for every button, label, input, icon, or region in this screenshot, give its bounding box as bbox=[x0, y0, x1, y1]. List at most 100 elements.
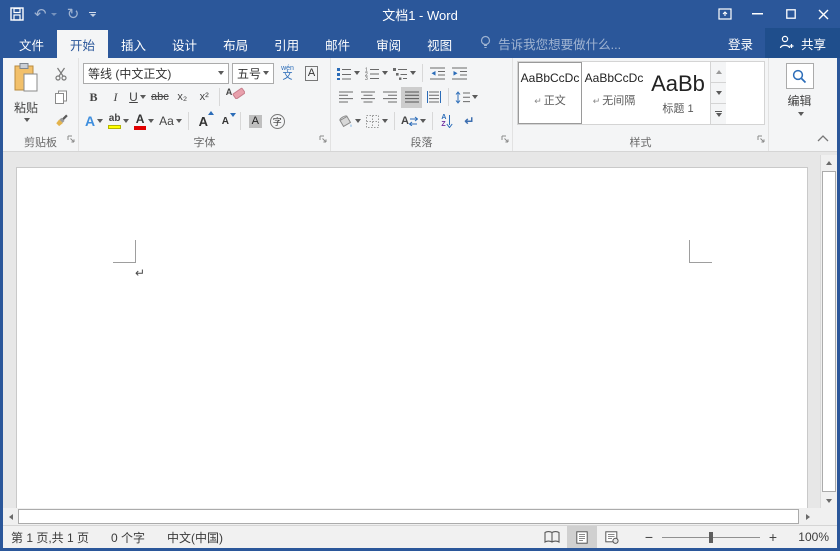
tab-layout[interactable]: 布局 bbox=[210, 30, 261, 58]
enclose-characters-button[interactable]: 字 bbox=[267, 111, 288, 132]
tab-review[interactable]: 审阅 bbox=[363, 30, 414, 58]
undo-icon[interactable]: ↶ bbox=[34, 7, 57, 22]
print-layout-button[interactable] bbox=[567, 526, 597, 548]
paste-dropdown-icon[interactable] bbox=[24, 118, 30, 122]
share-button[interactable]: 共享 bbox=[764, 28, 840, 58]
scroll-right-icon[interactable] bbox=[800, 508, 815, 525]
decrease-indent-button[interactable] bbox=[427, 63, 448, 84]
font-color-button[interactable]: A bbox=[132, 111, 156, 132]
close-button[interactable] bbox=[807, 0, 840, 28]
paste-button[interactable]: 粘贴 bbox=[7, 61, 45, 130]
styles-scroll-up-icon[interactable] bbox=[711, 62, 726, 83]
print-layout-icon bbox=[576, 530, 588, 544]
font-dialog-launcher-icon[interactable] bbox=[319, 131, 328, 149]
strikethrough-button[interactable]: abc bbox=[149, 87, 171, 108]
tab-view[interactable]: 视图 bbox=[414, 30, 465, 58]
shading-button[interactable] bbox=[335, 111, 363, 132]
style-normal[interactable]: AaBbCcDc ↵ 正文 bbox=[518, 62, 582, 124]
bullets-button[interactable] bbox=[335, 63, 362, 84]
character-shading-button[interactable]: A bbox=[245, 111, 266, 132]
align-center-button[interactable] bbox=[357, 87, 378, 108]
vertical-scrollbar-thumb[interactable] bbox=[822, 171, 836, 492]
language-indicator[interactable]: 中文(中国) bbox=[167, 529, 223, 546]
web-layout-button[interactable] bbox=[597, 526, 627, 548]
multilevel-list-button[interactable] bbox=[391, 63, 418, 84]
show-hide-marks-button[interactable]: ↵ bbox=[459, 111, 480, 132]
page-indicator[interactable]: 第 1 页,共 1 页 bbox=[11, 529, 89, 546]
customize-qat-icon[interactable] bbox=[89, 11, 97, 17]
bold-button[interactable]: B bbox=[83, 87, 104, 108]
tab-references[interactable]: 引用 bbox=[261, 30, 312, 58]
clipboard-dialog-launcher-icon[interactable] bbox=[67, 131, 76, 149]
tell-me-box[interactable]: 告诉我您想要做什么... bbox=[479, 28, 621, 58]
tab-insert[interactable]: 插入 bbox=[108, 30, 159, 58]
scroll-left-icon[interactable] bbox=[3, 508, 18, 525]
word-window: ↶ ↻ 文档1 - Word 文件 开始 插入 设计 布局 引用 邮件 审阅 视… bbox=[0, 0, 840, 551]
change-case-button[interactable]: Aa bbox=[157, 111, 184, 132]
zoom-level[interactable]: 100% bbox=[787, 530, 829, 544]
zoom-slider[interactable] bbox=[662, 531, 760, 543]
clear-formatting-button[interactable]: A bbox=[224, 87, 248, 108]
numbering-button[interactable]: 123 bbox=[363, 63, 390, 84]
tab-home[interactable]: 开始 bbox=[57, 30, 109, 58]
styles-dialog-launcher-icon[interactable] bbox=[757, 131, 766, 149]
read-mode-button[interactable] bbox=[537, 526, 567, 548]
zoom-out-button[interactable]: − bbox=[641, 529, 657, 545]
editing-menu-button[interactable]: 编辑 bbox=[773, 61, 826, 116]
underline-button[interactable]: U bbox=[127, 87, 148, 108]
vertical-scrollbar[interactable] bbox=[820, 155, 837, 508]
superscript-button[interactable]: x² bbox=[194, 87, 215, 108]
maximize-button[interactable] bbox=[774, 0, 807, 28]
find-button[interactable] bbox=[785, 63, 814, 89]
phonetic-guide-button[interactable]: wén 文 bbox=[277, 63, 298, 84]
sign-in-link[interactable]: 登录 bbox=[716, 28, 765, 58]
tab-design[interactable]: 设计 bbox=[159, 30, 210, 58]
document-page[interactable]: ↵ bbox=[16, 167, 808, 508]
line-spacing-button[interactable] bbox=[453, 87, 480, 108]
collapse-ribbon-icon[interactable] bbox=[817, 129, 829, 147]
document-area[interactable]: ↵ bbox=[3, 152, 837, 508]
ribbon-display-options-icon[interactable] bbox=[708, 0, 741, 28]
paragraph-mark: ↵ bbox=[135, 266, 146, 280]
italic-button[interactable]: I bbox=[105, 87, 126, 108]
paragraph-dialog-launcher-icon[interactable] bbox=[501, 131, 510, 149]
increase-indent-button[interactable] bbox=[449, 63, 470, 84]
copy-button[interactable] bbox=[49, 87, 73, 107]
zoom-in-button[interactable]: + bbox=[765, 529, 781, 545]
text-effects-button[interactable]: A bbox=[83, 111, 105, 132]
minimize-button[interactable] bbox=[741, 0, 774, 28]
character-border-button[interactable]: A bbox=[301, 63, 322, 84]
redo-icon[interactable]: ↻ bbox=[67, 7, 80, 22]
shrink-font-button[interactable]: A bbox=[215, 111, 236, 132]
font-name-combo[interactable]: 等线 (中文正文) bbox=[83, 62, 229, 84]
align-right-button[interactable] bbox=[379, 87, 400, 108]
style-heading1[interactable]: AaBb 标题 1 bbox=[646, 62, 710, 124]
horizontal-scrollbar-thumb[interactable] bbox=[18, 509, 799, 524]
scroll-down-icon[interactable] bbox=[821, 493, 837, 508]
save-icon[interactable] bbox=[10, 7, 24, 21]
asian-layout-button[interactable]: A bbox=[399, 111, 428, 132]
cut-button[interactable] bbox=[49, 64, 73, 84]
tab-file[interactable]: 文件 bbox=[6, 30, 57, 58]
borders-button[interactable] bbox=[364, 111, 390, 132]
style-no-spacing[interactable]: AaBbCcDc ↵ 无间隔 bbox=[582, 62, 646, 124]
crop-mark-top-left bbox=[113, 240, 136, 263]
styles-scroll-down-icon[interactable] bbox=[711, 83, 726, 104]
zoom-slider-handle[interactable] bbox=[709, 531, 713, 543]
subscript-button[interactable]: x₂ bbox=[172, 87, 193, 108]
justify-button[interactable] bbox=[401, 86, 422, 108]
styles-more-icon[interactable] bbox=[711, 104, 726, 124]
word-count[interactable]: 0 个字 bbox=[111, 529, 145, 546]
format-painter-button[interactable] bbox=[49, 110, 73, 130]
horizontal-scrollbar[interactable] bbox=[3, 508, 837, 525]
font-size-combo[interactable]: 五号 bbox=[232, 62, 274, 84]
read-mode-icon bbox=[544, 531, 560, 543]
tab-mailings[interactable]: 邮件 bbox=[312, 30, 363, 58]
scroll-up-icon[interactable] bbox=[821, 155, 837, 170]
highlight-color-button[interactable]: ab bbox=[106, 111, 131, 132]
share-person-icon bbox=[779, 35, 795, 52]
align-left-button[interactable] bbox=[335, 87, 356, 108]
sort-button[interactable]: A Z bbox=[437, 111, 458, 132]
grow-font-button[interactable]: A bbox=[193, 110, 214, 132]
distributed-button[interactable] bbox=[423, 87, 444, 108]
